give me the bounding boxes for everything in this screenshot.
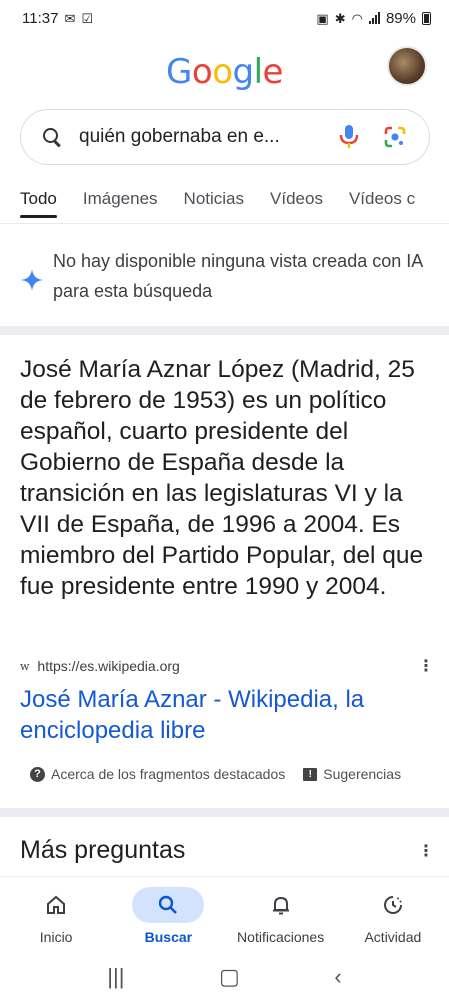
wikipedia-icon: w	[20, 659, 30, 673]
source-url[interactable]: https://es.wikipedia.org	[37, 658, 418, 674]
more-questions-heading: Más preguntas	[20, 836, 186, 864]
lock-icon: ▣	[316, 10, 329, 26]
system-navigation: ||| ▢ ‹	[0, 954, 449, 999]
nav-label: Notificaciones	[237, 929, 325, 945]
back-icon[interactable]: ‹	[334, 964, 341, 990]
search-query[interactable]: quién gobernaba en e...	[79, 126, 329, 148]
more-options-icon[interactable]: ⋮	[418, 841, 434, 861]
status-bar: 11:37 ✉ ☑ ▣ ✱ ◠ 89%	[0, 0, 449, 36]
feedback-link[interactable]: Sugerencias	[323, 766, 401, 782]
battery-icon	[422, 11, 431, 25]
status-time: 11:37	[22, 9, 59, 27]
nav-inicio[interactable]: Inicio	[0, 877, 112, 954]
tab-videos[interactable]: Vídeos	[270, 180, 323, 223]
avatar[interactable]	[387, 46, 427, 86]
result-title-link[interactable]: José María Aznar - Wikipedia, la enciclo…	[20, 684, 434, 746]
search-tabs: Todo Imágenes Noticias Vídeos Vídeos c	[0, 180, 449, 224]
home-icon	[20, 887, 92, 923]
nav-label: Buscar	[144, 929, 193, 945]
ai-notice-text: No hay disponible ninguna vista creada c…	[53, 251, 423, 301]
tab-videos-cortos[interactable]: Vídeos c	[349, 180, 415, 223]
more-questions-header: Más preguntas ⋮	[20, 836, 434, 865]
logo-letter: g	[232, 52, 255, 92]
header: Google	[0, 44, 449, 104]
ai-overview-notice: No hay disponible ninguna vista creada c…	[20, 246, 430, 306]
nav-label: Inicio	[39, 929, 73, 945]
nav-label: Actividad	[364, 929, 422, 945]
snippet-footnote: ? Acerca de los fragmentos destacados ! …	[30, 766, 434, 782]
nav-buscar[interactable]: Buscar	[112, 877, 224, 954]
battery-percent: 89%	[385, 9, 416, 27]
more-options-icon[interactable]: ⋮	[418, 656, 434, 676]
activity-icon	[357, 887, 429, 923]
tab-todo[interactable]: Todo	[20, 180, 57, 223]
status-right: ▣ ✱ ◠ 89%	[316, 10, 431, 27]
section-divider	[0, 808, 449, 817]
status-left: 11:37 ✉ ☑	[22, 10, 93, 27]
section-divider	[0, 326, 449, 335]
search-bar[interactable]: quién gobernaba en e...	[20, 109, 430, 165]
home-button-icon[interactable]: ▢	[219, 964, 240, 990]
bluetooth-icon: ✱	[334, 10, 346, 26]
google-lens-icon[interactable]	[375, 117, 415, 157]
gemini-spark-icon	[20, 268, 44, 292]
tab-noticias[interactable]: Noticias	[184, 180, 244, 223]
recents-icon[interactable]: |||	[107, 964, 124, 990]
nav-notificaciones[interactable]: Notificaciones	[225, 877, 337, 954]
gmail-notification-icon: ✉	[64, 10, 76, 26]
logo-letter: e	[262, 52, 284, 92]
question-icon: ?	[30, 766, 45, 782]
logo-letter: o	[212, 52, 233, 92]
logo-letter: o	[191, 52, 213, 92]
nav-actividad[interactable]: Actividad	[337, 877, 449, 954]
about-snippets-link[interactable]: Acerca de los fragmentos destacados	[51, 766, 285, 782]
wifi-icon: ◠	[351, 10, 363, 26]
signal-icon	[368, 12, 380, 24]
search-icon[interactable]	[41, 126, 63, 148]
feedback-icon: !	[303, 767, 318, 781]
tab-imagenes[interactable]: Imágenes	[83, 180, 158, 223]
logo-letter: l	[253, 52, 263, 92]
featured-snippet-text: José María Aznar López (Madrid, 25 de fe…	[20, 356, 424, 600]
search-icon	[132, 887, 205, 923]
logo-letter: G	[166, 52, 192, 92]
microphone-icon[interactable]	[329, 117, 369, 157]
snippet-source: w https://es.wikipedia.org ⋮	[20, 656, 434, 676]
bottom-navigation: Inicio Buscar Notificaciones Actividad	[0, 876, 449, 954]
bell-icon	[245, 887, 317, 923]
google-logo[interactable]: Google	[0, 52, 449, 92]
checkbox-notification-icon: ☑	[81, 10, 93, 26]
